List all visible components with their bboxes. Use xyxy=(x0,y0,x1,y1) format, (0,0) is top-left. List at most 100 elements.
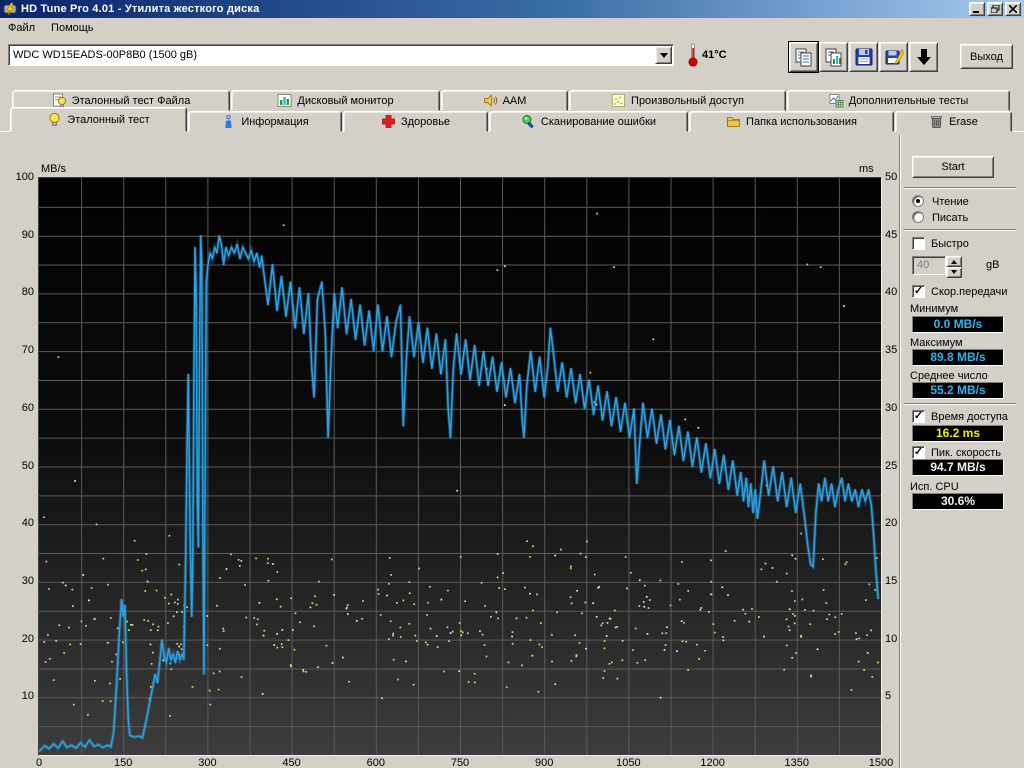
access-time-value: 16.2 ms xyxy=(912,425,1004,442)
x-tick-1050: 1050 xyxy=(616,757,641,768)
average-value: 55.2 MB/s xyxy=(912,382,1004,399)
tab-здоровье[interactable]: Здоровье xyxy=(343,111,488,132)
y-right-tick-10: 10 xyxy=(885,632,898,645)
drive-selector[interactable]: WDC WD15EADS-00P8B0 (1500 gB) xyxy=(8,44,674,66)
chevron-up-icon xyxy=(951,257,957,264)
drive-selector-dropdown-button[interactable] xyxy=(655,46,672,64)
y-left-tick-30: 30 xyxy=(21,574,34,587)
copy-image-icon xyxy=(825,48,841,67)
burst-rate-checkbox[interactable]: ✓ xyxy=(912,446,925,459)
minimize-button[interactable] xyxy=(969,2,985,16)
download-button[interactable] xyxy=(909,42,938,72)
save-as-button[interactable] xyxy=(879,42,908,72)
folder-icon xyxy=(726,114,741,129)
benchmark-chart xyxy=(37,177,882,756)
separator xyxy=(904,187,1016,189)
tab-label: Эталонный тест Файла xyxy=(71,94,191,107)
quick-size-stepper xyxy=(946,256,962,278)
x-tick-300: 300 xyxy=(198,757,217,768)
access-time-checkbox[interactable]: ✓ xyxy=(912,410,925,423)
save-button[interactable] xyxy=(849,42,878,72)
chart-canvas xyxy=(37,178,881,755)
y-right-tick-25: 25 xyxy=(885,459,898,472)
minimum-value: 0.0 MB/s xyxy=(912,316,1004,333)
start-button-label: Start xyxy=(941,161,965,173)
chevron-down-icon xyxy=(951,270,957,277)
y-right-tick-35: 35 xyxy=(885,344,898,357)
x-tick-1350: 1350 xyxy=(784,757,810,768)
health-cross-icon xyxy=(381,114,396,129)
x-tick-1500: 1500 xyxy=(868,757,894,768)
start-button[interactable]: Start xyxy=(912,156,994,178)
close-button[interactable] xyxy=(1005,2,1021,16)
y-right-axis-title: ms xyxy=(859,163,874,175)
dotted-square-icon xyxy=(611,93,626,108)
transfer-rate-checkbox[interactable]: ✓ xyxy=(912,285,925,298)
trash-icon xyxy=(929,114,944,129)
x-tick-750: 750 xyxy=(450,757,470,768)
chart-extra-icon xyxy=(829,93,844,108)
copy-button[interactable] xyxy=(788,41,819,73)
tab-label: AAM xyxy=(502,94,527,107)
maximum-value: 89.8 MB/s xyxy=(912,349,1004,366)
tab-произвольный-доступ[interactable]: Произвольный доступ xyxy=(569,90,786,111)
save-icon xyxy=(855,48,872,66)
menu-file[interactable]: Файл xyxy=(0,19,43,37)
y-left-tick-50: 50 xyxy=(21,459,34,472)
y-left-tick-20: 20 xyxy=(21,632,34,645)
maximum-label: Максимум xyxy=(910,337,963,349)
exit-button-label: Выход xyxy=(970,50,1003,63)
exit-button[interactable]: Выход xyxy=(960,44,1013,69)
copy-image-button[interactable] xyxy=(819,42,848,72)
y-right-tick-50: 50 xyxy=(885,171,898,183)
x-tick-600: 600 xyxy=(366,757,385,768)
y-right-tick-5: 5 xyxy=(885,690,892,703)
y-left-tick-60: 60 xyxy=(21,401,34,414)
tab-дисковый-монитор[interactable]: Дисковый монитор xyxy=(231,90,440,111)
stepper-up-button[interactable] xyxy=(946,256,962,267)
write-radio[interactable] xyxy=(912,211,924,223)
chevron-down-icon xyxy=(659,52,668,62)
tab-aam[interactable]: AAM xyxy=(441,90,568,111)
read-radio[interactable] xyxy=(912,195,924,207)
burst-rate-checkbox-label: Пик. скорость xyxy=(931,447,1002,459)
download-icon xyxy=(916,49,931,65)
y-left-tick-90: 90 xyxy=(21,228,34,241)
tab-erase[interactable]: Erase xyxy=(895,111,1012,132)
tab-папка-использования[interactable]: Папка использования xyxy=(689,111,894,132)
x-tick-0: 0 xyxy=(35,757,43,768)
x-tick-900: 900 xyxy=(535,757,554,768)
x-tick-1200: 1200 xyxy=(700,757,725,768)
write-radio-label: Писать xyxy=(932,212,969,224)
thermometer-icon xyxy=(688,43,698,67)
restore-button[interactable] xyxy=(987,2,1003,16)
y-left-tick-40: 40 xyxy=(21,517,34,530)
stepper-down-button[interactable] xyxy=(946,267,962,278)
tab-label: Папка использования xyxy=(746,115,857,128)
magnifier-icon xyxy=(521,114,536,129)
tab-информация[interactable]: Информация xyxy=(188,111,342,132)
chart-bars-icon xyxy=(277,93,292,108)
bulb-file-icon xyxy=(52,93,67,108)
quick-checkbox[interactable] xyxy=(912,237,925,250)
y-left-tick-80: 80 xyxy=(21,286,34,299)
y-right-tick-20: 20 xyxy=(885,517,898,530)
y-left-tick-100: 100 xyxy=(15,171,34,183)
quick-size-field[interactable]: 40 xyxy=(912,256,946,275)
y-left-axis-title: MB/s xyxy=(41,163,67,175)
minimize-icon xyxy=(973,10,979,13)
tab-эталонный-тест[interactable]: Эталонный тест xyxy=(10,107,187,132)
x-tick-150: 150 xyxy=(114,757,133,768)
menu-help[interactable]: Помощь xyxy=(43,19,102,37)
title-bar: HD Tune Pro 4.01 - Утилита жесткого диск… xyxy=(0,0,1024,18)
tab-label: Сканирование ошибки xyxy=(540,115,657,128)
y-right-tick-40: 40 xyxy=(885,286,898,299)
tab-сканирование-ошибки[interactable]: Сканирование ошибки xyxy=(489,111,688,132)
tab-label: Информация xyxy=(241,115,309,128)
separator xyxy=(904,403,1016,405)
tab-дополнительные-тесты[interactable]: Дополнительные тесты xyxy=(787,90,1010,111)
minimum-label: Минимум xyxy=(910,303,959,315)
window-title: HD Tune Pro 4.01 - Утилита жесткого диск… xyxy=(21,3,260,15)
burst-rate-value: 94.7 MB/s xyxy=(912,459,1004,476)
cpu-usage-value: 30.6% xyxy=(912,493,1004,510)
